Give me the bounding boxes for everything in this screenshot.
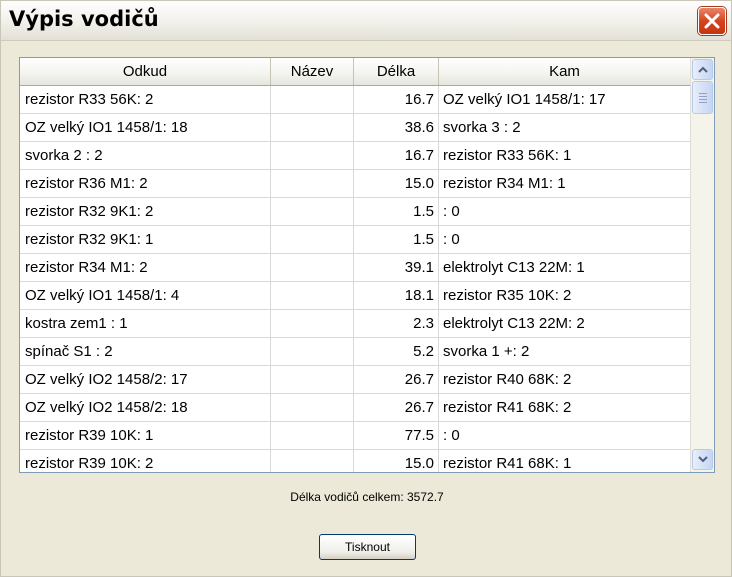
cell-odkud: rezistor R39 10K: 2 (20, 450, 271, 472)
chevron-down-icon (697, 456, 708, 463)
scroll-thumb[interactable] (692, 81, 713, 114)
cell-kam: elektrolyt C13 22M: 1 (443, 259, 585, 276)
cell-odkud: rezistor R32 9K1: 1 (20, 226, 271, 253)
table-row[interactable]: OZ velký IO1 1458/1: 4 18.1 rezistor R35 1… (20, 282, 690, 310)
cell-kam: rezistor R41 68K: 2 (443, 399, 572, 416)
wire-list[interactable]: Odkud Název Délka Kam rezistor R33 56K: … (19, 57, 715, 473)
cell-kam: rezistor R33 56K: 1 (443, 147, 572, 164)
cell-odkud: svorka 2 : 2 (20, 142, 271, 169)
cell-delka: 39.1 (354, 254, 439, 281)
chevron-up-icon (697, 66, 708, 73)
cell-nazev (271, 422, 354, 449)
column-header-odkud[interactable]: Odkud (20, 58, 271, 85)
cell-nazev (271, 86, 354, 113)
cell-nazev (271, 226, 354, 253)
scroll-down-button[interactable] (692, 449, 713, 470)
print-button[interactable]: Tisknout (319, 534, 416, 560)
column-header-kam[interactable]: Kam (439, 58, 690, 85)
cell-kam: rezistor R41 68K: 1 (443, 455, 572, 472)
cell-odkud: spínač S1 : 2 (20, 338, 271, 365)
cell-kam: svorka 3 : 2 (443, 119, 521, 136)
table-row[interactable]: OZ velký IO2 1458/2: 18 26.7 rezistor R41 … (20, 394, 690, 422)
cell-delka: 16.7 (354, 142, 439, 169)
vertical-scrollbar[interactable] (690, 58, 714, 472)
table-row[interactable]: rezistor R34 M1: 2 39.1 elektrolyt C13 22M… (20, 254, 690, 282)
window-title: Výpis vodičů (9, 7, 159, 31)
table-header: Odkud Název Délka Kam (20, 58, 690, 86)
cell-nazev (271, 142, 354, 169)
cell-nazev (271, 394, 354, 421)
cell-odkud: OZ velký IO1 1458/1: 4 (20, 282, 271, 309)
cell-nazev (271, 310, 354, 337)
cell-nazev (271, 198, 354, 225)
total-length-label: Délka vodičů celkem: 3572.7 (290, 490, 444, 504)
cell-delka: 77.5 (354, 422, 439, 449)
cell-kam: : 0 (443, 203, 460, 220)
cell-nazev (271, 254, 354, 281)
cell-delka: 1.5 (354, 198, 439, 225)
cell-kam: rezistor R34 M1: 1 (443, 175, 566, 192)
table-row[interactable]: rezistor R39 10K: 1 77.5: 0 (20, 422, 690, 450)
cell-delka: 2.3 (354, 310, 439, 337)
cell-delka: 1.5 (354, 226, 439, 253)
close-icon (704, 13, 720, 29)
cell-kam: elektrolyt C13 22M: 2 (443, 315, 585, 332)
dialog-window: Výpis vodičů Odkud Název Délka Kam rezis… (0, 0, 732, 577)
cell-delka: 16.7 (354, 86, 439, 113)
table-body: rezistor R33 56K: 2 16.7 OZ velký IO1 1458… (20, 86, 690, 472)
cell-odkud: rezistor R33 56K: 2 (20, 86, 271, 113)
cell-kam: rezistor R35 10K: 2 (443, 287, 572, 304)
title-bar[interactable]: Výpis vodičů (1, 1, 731, 41)
column-header-delka[interactable]: Délka (354, 58, 439, 85)
cell-odkud: OZ velký IO1 1458/1: 18 (20, 114, 271, 141)
cell-delka: 26.7 (354, 366, 439, 393)
cell-odkud: kostra zem1 : 1 (20, 310, 271, 337)
cell-delka: 18.1 (354, 282, 439, 309)
cell-delka: 5.2 (354, 338, 439, 365)
cell-odkud: rezistor R39 10K: 1 (20, 422, 271, 449)
cell-kam: rezistor R40 68K: 2 (443, 371, 572, 388)
table-row[interactable]: rezistor R39 10K: 2 15.0 rezistor R41 68K:… (20, 450, 690, 472)
cell-odkud: rezistor R32 9K1: 2 (20, 198, 271, 225)
cell-nazev (271, 366, 354, 393)
column-header-nazev[interactable]: Název (271, 58, 354, 85)
cell-delka: 15.0 (354, 450, 439, 472)
cell-odkud: rezistor R34 M1: 2 (20, 254, 271, 281)
cell-nazev (271, 114, 354, 141)
cell-delka: 26.7 (354, 394, 439, 421)
table-row[interactable]: rezistor R32 9K1: 1 1.5: 0 (20, 226, 690, 254)
table-row[interactable]: OZ velký IO2 1458/2: 17 26.7 rezistor R40 … (20, 366, 690, 394)
cell-nazev (271, 450, 354, 472)
table-row[interactable]: rezistor R33 56K: 2 16.7 OZ velký IO1 1458… (20, 86, 690, 114)
table-row[interactable]: rezistor R36 M1: 2 15.0 rezistor R34 M1: 1 (20, 170, 690, 198)
table-row[interactable]: kostra zem1 : 1 2.3 elektrolyt C13 22M: 2 (20, 310, 690, 338)
cell-odkud: rezistor R36 M1: 2 (20, 170, 271, 197)
table-row[interactable]: OZ velký IO1 1458/1: 18 38.6 svorka 3 : 2 (20, 114, 690, 142)
cell-kam: OZ velký IO1 1458/1: 17 (443, 91, 606, 108)
cell-nazev (271, 338, 354, 365)
cell-kam: : 0 (443, 427, 460, 444)
cell-kam: : 0 (443, 231, 460, 248)
cell-nazev (271, 170, 354, 197)
scroll-up-button[interactable] (692, 59, 713, 80)
cell-odkud: OZ velký IO2 1458/2: 18 (20, 394, 271, 421)
table-row[interactable]: spínač S1 : 2 5.2 svorka 1 +: 2 (20, 338, 690, 366)
table-row[interactable]: rezistor R32 9K1: 2 1.5: 0 (20, 198, 690, 226)
close-button[interactable] (698, 7, 726, 35)
table-row[interactable]: svorka 2 : 2 16.7 rezistor R33 56K: 1 (20, 142, 690, 170)
cell-delka: 38.6 (354, 114, 439, 141)
cell-kam: svorka 1 +: 2 (443, 343, 530, 360)
cell-nazev (271, 282, 354, 309)
cell-delka: 15.0 (354, 170, 439, 197)
cell-odkud: OZ velký IO2 1458/2: 17 (20, 366, 271, 393)
